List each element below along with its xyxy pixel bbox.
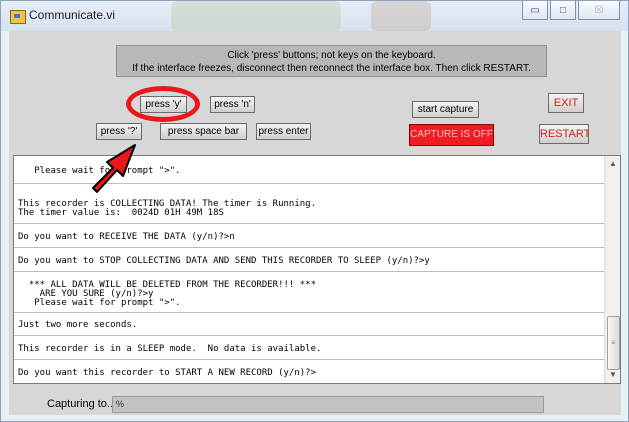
window-caption-buttons: ▭ □ ☒ bbox=[520, 1, 620, 23]
application-window: Communicate.vi ▭ □ ☒ Click 'press' butto… bbox=[0, 0, 629, 422]
scroll-down-arrow-icon[interactable]: ▼ bbox=[605, 367, 620, 383]
instructions-line-1: Click 'press' buttons; not keys on the k… bbox=[227, 50, 436, 61]
maximize-button[interactable]: □ bbox=[550, 1, 576, 20]
terminal-line: Do you want to RECEIVE THE DATA (y/n)?>n bbox=[18, 232, 235, 242]
terminal-line: This recorder is in a SLEEP mode. No dat… bbox=[18, 344, 322, 354]
instructions-line-2: If the interface freezes, disconnect the… bbox=[132, 63, 531, 74]
line-separator bbox=[14, 335, 604, 336]
scrollbar-thumb[interactable]: ≡ bbox=[607, 316, 620, 370]
vi-front-panel: Click 'press' buttons; not keys on the k… bbox=[9, 31, 621, 415]
instructions-banner: Click 'press' buttons; not keys on the k… bbox=[116, 45, 547, 77]
close-button[interactable]: ☒ bbox=[578, 1, 620, 20]
press-enter-button[interactable]: press enter bbox=[256, 123, 311, 140]
press-n-button[interactable]: press 'n' bbox=[210, 96, 255, 113]
terminal-line: The timer value is: 0024D 01H 49M 18S bbox=[18, 208, 224, 218]
title-bar-background-blur bbox=[171, 1, 341, 31]
scrollbar-grip-icon: ≡ bbox=[611, 338, 616, 347]
title-bar: Communicate.vi ▭ □ ☒ bbox=[1, 1, 628, 31]
terminal-line: Do you want this recorder to START A NEW… bbox=[18, 368, 317, 378]
terminal-line: Do you want to STOP COLLECTING DATA AND … bbox=[18, 256, 430, 266]
terminal-line: Just two more seconds. bbox=[18, 320, 138, 330]
terminal-line: Please wait for prompt ">". bbox=[18, 298, 181, 308]
capturing-to-label: Capturing to... bbox=[47, 398, 117, 410]
terminal-line: Please wait for prompt ">". bbox=[18, 166, 181, 176]
capture-file-path-field[interactable]: % bbox=[112, 396, 544, 413]
press-space-bar-button[interactable]: press space bar bbox=[160, 123, 247, 140]
terminal-scrollbar[interactable]: ▲ ≡ ▼ bbox=[604, 156, 620, 383]
press-question-button[interactable]: press '?' bbox=[96, 123, 142, 140]
line-separator bbox=[14, 247, 604, 248]
title-bar-background-blur bbox=[371, 1, 431, 31]
line-separator bbox=[14, 359, 604, 360]
labview-app-icon bbox=[10, 10, 26, 24]
line-separator bbox=[14, 312, 604, 313]
line-separator bbox=[14, 183, 604, 184]
line-separator bbox=[14, 271, 604, 272]
exit-button[interactable]: EXIT bbox=[548, 93, 584, 113]
capture-status-indicator: CAPTURE IS OFF bbox=[409, 124, 494, 146]
line-separator bbox=[14, 223, 604, 224]
minimize-button[interactable]: ▭ bbox=[522, 1, 548, 20]
window-title: Communicate.vi bbox=[29, 8, 116, 22]
restart-button[interactable]: RESTART bbox=[539, 124, 589, 144]
terminal-output: Please wait for prompt ">". This recorde… bbox=[13, 155, 621, 384]
start-capture-button[interactable]: start capture bbox=[412, 101, 479, 118]
scroll-up-arrow-icon[interactable]: ▲ bbox=[605, 156, 620, 172]
press-y-button[interactable]: press 'y' bbox=[140, 96, 187, 113]
